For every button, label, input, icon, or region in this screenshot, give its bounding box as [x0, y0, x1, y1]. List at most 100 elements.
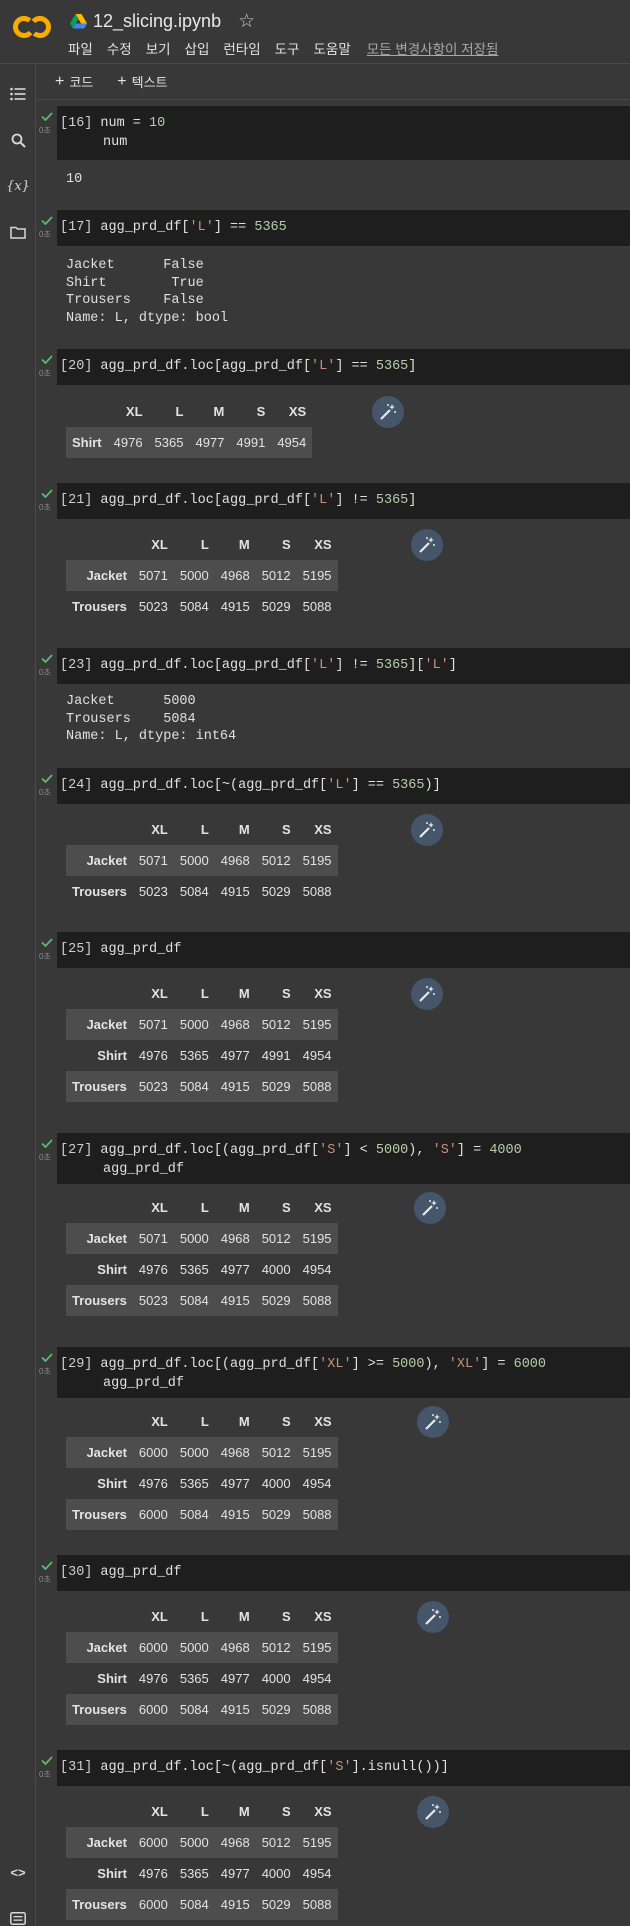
table-cell: 4954 — [302, 1048, 332, 1063]
magic-wand-icon[interactable] — [417, 1796, 449, 1828]
cell-number: [23] — [60, 658, 93, 673]
table-cell: 4977 — [220, 1476, 250, 1491]
code-editor[interactable]: [23] agg_prd_df.loc[agg_prd_df['L'] != 53… — [57, 648, 630, 684]
index-header — [66, 396, 108, 427]
table-cell: 5000 — [179, 568, 209, 583]
table-row: Shirt 4976 5365 4977 4000 4954 — [66, 1254, 338, 1285]
table-cell: 5029 — [261, 1507, 291, 1522]
notebook-title[interactable]: 12_slicing.ipynb — [93, 11, 221, 32]
table-cell: 5000 — [179, 1231, 209, 1246]
code-editor[interactable]: [25] agg_prd_df — [57, 932, 630, 968]
column-header: XL — [151, 1804, 168, 1819]
menu-help[interactable]: 도움말 — [313, 38, 350, 58]
code-editor[interactable]: [21] agg_prd_df.loc[agg_prd_df['L'] != 53… — [57, 483, 630, 519]
table-cell: 5012 — [261, 1835, 291, 1850]
add-code-button[interactable]: + 코드 — [55, 72, 93, 91]
folder-icon[interactable] — [8, 222, 28, 242]
code-editor[interactable]: [17] agg_prd_df['L'] == 5365 — [57, 210, 630, 246]
magic-wand-icon[interactable] — [411, 978, 443, 1010]
menu-runtime[interactable]: 런타임 — [223, 38, 260, 58]
star-icon[interactable]: ☆ — [238, 12, 255, 31]
left-sidebar: {x} <> — [0, 64, 36, 1926]
exec-time: 0초 — [39, 126, 51, 135]
exec-time: 0초 — [39, 369, 51, 378]
dataframe-output: XL L M S XS Jacket 5071 5000 4968 5012 5195 Trouser… — [66, 814, 338, 907]
row-index: Jacket — [86, 1017, 127, 1032]
menu-edit[interactable]: 수정 — [107, 38, 132, 58]
table-cell: 5088 — [302, 1702, 332, 1717]
column-header: XL — [151, 1200, 168, 1215]
toc-icon[interactable] — [8, 84, 28, 104]
code-editor[interactable]: [20] agg_prd_df.loc[agg_prd_df['L'] == 53… — [57, 349, 630, 385]
menu-view[interactable]: 보기 — [146, 38, 171, 58]
table-cell: 5365 — [179, 1048, 209, 1063]
check-icon — [41, 216, 53, 225]
code-editor[interactable]: [27] agg_prd_df.loc[(agg_prd_df['S'] < 50… — [57, 1133, 630, 1184]
column-header: S — [281, 1200, 291, 1215]
code-editor[interactable]: [31] agg_prd_df.loc[~(agg_prd_df['S'].isn… — [57, 1750, 630, 1786]
colab-logo[interactable] — [12, 14, 52, 40]
column-header: XL — [151, 537, 168, 552]
menu-tools[interactable]: 도구 — [275, 38, 300, 58]
table-cell: 5071 — [138, 1231, 168, 1246]
table-cell: 5365 — [179, 1262, 209, 1277]
check-icon — [41, 1756, 53, 1765]
table-cell: 4977 — [220, 1262, 250, 1277]
table-cell: 5023 — [138, 1079, 168, 1094]
table-cell: 6000 — [138, 1702, 168, 1717]
cell-output: Jacket 5000 Trousers 5084 Name: L, dtype… — [66, 694, 237, 744]
column-header: M — [238, 1200, 250, 1215]
table-cell: 4915 — [220, 1293, 250, 1308]
table-row: Jacket 5071 5000 4968 5012 5195 — [66, 1223, 338, 1254]
column-header: XS — [314, 537, 332, 552]
table-row: Jacket 6000 5000 4968 5012 5195 — [66, 1632, 338, 1663]
table-cell: 6000 — [138, 1507, 168, 1522]
magic-wand-icon[interactable] — [417, 1601, 449, 1633]
table-row: Jacket 5071 5000 4968 5012 5195 — [66, 560, 338, 591]
table-row: Jacket 6000 5000 4968 5012 5195 — [66, 1827, 338, 1858]
table-row: Shirt 4976 5365 4977 4000 4954 — [66, 1468, 338, 1499]
search-icon[interactable] — [8, 130, 28, 150]
table-cell: 5088 — [302, 599, 332, 614]
table-cell: 4915 — [220, 1507, 250, 1522]
code-editor[interactable]: [24] agg_prd_df.loc[~(agg_prd_df['L'] == … — [57, 768, 630, 804]
dataframe-output: XL L M S XS Jacket 6000 5000 4968 5012 5195 Shirt 49… — [66, 1796, 338, 1920]
magic-wand-icon[interactable] — [417, 1406, 449, 1438]
cell-toolbar: + 코드 + 텍스트 — [37, 64, 630, 100]
table-row: Trousers 5023 5084 4915 5029 5088 — [66, 876, 338, 907]
magic-wand-icon[interactable] — [411, 529, 443, 561]
column-header: M — [238, 537, 250, 552]
menu-insert[interactable]: 삽입 — [185, 38, 210, 58]
table-cell: 4968 — [220, 1231, 250, 1246]
column-header: XL — [151, 822, 168, 837]
terminal-icon[interactable] — [8, 1908, 28, 1926]
column-header: M — [238, 986, 250, 1001]
table-cell: 5012 — [261, 1640, 291, 1655]
code-editor[interactable]: [30] agg_prd_df — [57, 1555, 630, 1591]
check-icon — [41, 774, 53, 783]
menu-file[interactable]: 파일 — [68, 38, 93, 58]
check-icon — [41, 654, 53, 663]
magic-wand-icon[interactable] — [411, 814, 443, 846]
cell-number: [29] — [60, 1357, 93, 1372]
code-snippets-icon[interactable]: <> — [8, 1862, 28, 1882]
save-status[interactable]: 모든 변경사항이 저장됨 — [367, 38, 499, 58]
add-code-label: 코드 — [69, 75, 94, 90]
table-cell: 5029 — [261, 884, 291, 899]
table-row: Trousers 6000 5084 4915 5029 5088 — [66, 1694, 338, 1725]
table-cell: 4977 — [220, 1048, 250, 1063]
variables-icon[interactable]: {x} — [6, 176, 30, 196]
dataframe-output: XL L M S XS Jacket 5071 5000 4968 5012 5195 Shirt 49… — [66, 1192, 338, 1316]
table-cell: 4915 — [220, 599, 250, 614]
code-editor[interactable]: [16] num = 10 num — [57, 106, 630, 160]
magic-wand-icon[interactable] — [372, 396, 404, 428]
table-cell: 6000 — [138, 1445, 168, 1460]
index-header — [66, 978, 133, 1009]
code-editor[interactable]: [29] agg_prd_df.loc[(agg_prd_df['XL'] >= … — [57, 1347, 630, 1398]
table-cell: 5365 — [179, 1866, 209, 1881]
magic-wand-icon[interactable] — [414, 1192, 446, 1224]
table-cell: 4915 — [220, 1897, 250, 1912]
row-index: Shirt — [72, 435, 102, 450]
add-text-button[interactable]: + 텍스트 — [117, 72, 167, 91]
row-index: Jacket — [86, 568, 127, 583]
